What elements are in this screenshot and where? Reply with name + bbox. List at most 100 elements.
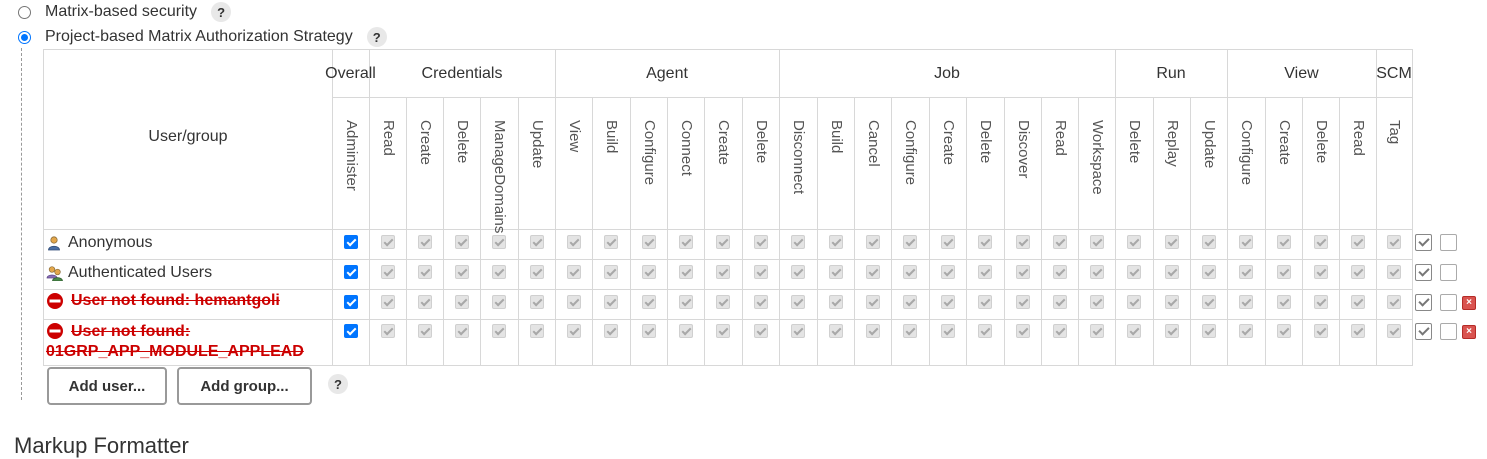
permission-checkbox[interactable] bbox=[1239, 295, 1253, 309]
permission-checkbox[interactable] bbox=[566, 265, 581, 279]
permission-checkbox[interactable] bbox=[940, 265, 955, 279]
permission-checkbox[interactable] bbox=[1387, 324, 1401, 338]
permission-checkbox[interactable] bbox=[1164, 295, 1179, 309]
permission-checkbox[interactable] bbox=[1089, 265, 1104, 279]
permission-checkbox[interactable] bbox=[604, 295, 618, 309]
administer-checkbox[interactable] bbox=[343, 235, 358, 249]
permission-checkbox[interactable] bbox=[1313, 295, 1328, 309]
permission-checkbox[interactable] bbox=[1239, 235, 1253, 249]
permission-checkbox[interactable] bbox=[641, 265, 656, 279]
administer-checkbox[interactable] bbox=[343, 295, 358, 309]
permission-checkbox[interactable] bbox=[641, 295, 656, 309]
permission-checkbox[interactable] bbox=[978, 295, 992, 309]
permission-checkbox[interactable] bbox=[1052, 324, 1067, 338]
permission-checkbox[interactable] bbox=[1015, 265, 1030, 279]
permission-checkbox[interactable] bbox=[417, 324, 432, 338]
remove-icon[interactable]: × bbox=[1462, 325, 1476, 339]
permission-checkbox[interactable] bbox=[1164, 324, 1179, 338]
permission-checkbox[interactable] bbox=[903, 235, 917, 249]
permission-checkbox[interactable] bbox=[1313, 324, 1328, 338]
permission-checkbox[interactable] bbox=[678, 235, 693, 249]
permission-checkbox[interactable] bbox=[529, 265, 544, 279]
permission-checkbox[interactable] bbox=[940, 324, 955, 338]
permission-checkbox[interactable] bbox=[1089, 324, 1104, 338]
permission-checkbox[interactable] bbox=[1201, 295, 1216, 309]
remove-icon[interactable]: × bbox=[1462, 296, 1476, 310]
permission-checkbox[interactable] bbox=[1350, 324, 1365, 338]
permission-checkbox[interactable] bbox=[791, 295, 805, 309]
permission-checkbox[interactable] bbox=[1127, 235, 1141, 249]
permission-checkbox[interactable] bbox=[1015, 295, 1030, 309]
permission-checkbox[interactable] bbox=[716, 235, 730, 249]
permission-checkbox[interactable] bbox=[529, 235, 544, 249]
permission-checkbox[interactable] bbox=[716, 295, 730, 309]
permission-checkbox[interactable] bbox=[641, 235, 656, 249]
permission-checkbox[interactable] bbox=[604, 324, 618, 338]
permission-checkbox[interactable] bbox=[865, 324, 880, 338]
permission-checkbox[interactable] bbox=[1127, 295, 1141, 309]
permission-checkbox[interactable] bbox=[1276, 324, 1291, 338]
add-user-button[interactable]: Add user... bbox=[47, 367, 167, 405]
help-icon[interactable]: ? bbox=[328, 374, 348, 394]
permission-checkbox[interactable] bbox=[566, 324, 581, 338]
permission-checkbox[interactable] bbox=[529, 324, 544, 338]
permission-checkbox[interactable] bbox=[940, 295, 955, 309]
uncheck-all-icon[interactable] bbox=[1440, 294, 1457, 311]
permission-checkbox[interactable] bbox=[978, 265, 992, 279]
permission-checkbox[interactable] bbox=[940, 235, 955, 249]
permission-checkbox[interactable] bbox=[1350, 265, 1365, 279]
permission-checkbox[interactable] bbox=[865, 235, 880, 249]
permission-checkbox[interactable] bbox=[1127, 265, 1141, 279]
permission-checkbox[interactable] bbox=[566, 295, 581, 309]
permission-checkbox[interactable] bbox=[417, 235, 432, 249]
permission-checkbox[interactable] bbox=[454, 295, 469, 309]
permission-checkbox[interactable] bbox=[716, 324, 730, 338]
permission-checkbox[interactable] bbox=[791, 324, 805, 338]
permission-checkbox[interactable] bbox=[566, 235, 581, 249]
permission-checkbox[interactable] bbox=[828, 324, 843, 338]
permission-checkbox[interactable] bbox=[1201, 324, 1216, 338]
permission-checkbox[interactable] bbox=[380, 235, 395, 249]
administer-checkbox[interactable] bbox=[343, 265, 358, 279]
permission-checkbox[interactable] bbox=[641, 324, 656, 338]
permission-checkbox[interactable] bbox=[1313, 265, 1328, 279]
permission-checkbox[interactable] bbox=[1052, 295, 1067, 309]
permission-checkbox[interactable] bbox=[529, 295, 544, 309]
permission-checkbox[interactable] bbox=[1089, 295, 1104, 309]
permission-checkbox[interactable] bbox=[865, 295, 880, 309]
permission-checkbox[interactable] bbox=[454, 265, 469, 279]
permission-checkbox[interactable] bbox=[753, 235, 768, 249]
permission-checkbox[interactable] bbox=[678, 324, 693, 338]
permission-checkbox[interactable] bbox=[791, 265, 805, 279]
permission-checkbox[interactable] bbox=[604, 265, 618, 279]
project-based-option[interactable]: Project-based Matrix Authorization Strat… bbox=[18, 27, 387, 47]
help-icon[interactable]: ? bbox=[366, 27, 387, 47]
permission-checkbox[interactable] bbox=[903, 295, 917, 309]
uncheck-all-icon[interactable] bbox=[1440, 234, 1457, 251]
permission-checkbox[interactable] bbox=[1015, 235, 1030, 249]
permission-checkbox[interactable] bbox=[454, 235, 469, 249]
permission-checkbox[interactable] bbox=[492, 295, 506, 309]
permission-checkbox[interactable] bbox=[492, 324, 506, 338]
permission-checkbox[interactable] bbox=[1164, 235, 1179, 249]
permission-checkbox[interactable] bbox=[454, 324, 469, 338]
permission-checkbox[interactable] bbox=[978, 324, 992, 338]
permission-checkbox[interactable] bbox=[978, 235, 992, 249]
permission-checkbox[interactable] bbox=[753, 324, 768, 338]
project-based-radio[interactable] bbox=[18, 30, 31, 44]
permission-checkbox[interactable] bbox=[1127, 324, 1141, 338]
permission-checkbox[interactable] bbox=[1276, 295, 1291, 309]
permission-checkbox[interactable] bbox=[1201, 235, 1216, 249]
uncheck-all-icon[interactable] bbox=[1440, 264, 1457, 281]
permission-checkbox[interactable] bbox=[492, 235, 506, 249]
permission-checkbox[interactable] bbox=[903, 324, 917, 338]
permission-checkbox[interactable] bbox=[678, 265, 693, 279]
permission-checkbox[interactable] bbox=[678, 295, 693, 309]
permission-checkbox[interactable] bbox=[828, 295, 843, 309]
permission-checkbox[interactable] bbox=[417, 295, 432, 309]
permission-checkbox[interactable] bbox=[492, 265, 506, 279]
permission-checkbox[interactable] bbox=[1350, 235, 1365, 249]
matrix-based-option[interactable]: Matrix-based security ? bbox=[18, 2, 232, 22]
check-all-icon[interactable] bbox=[1415, 264, 1432, 281]
permission-checkbox[interactable] bbox=[1276, 235, 1291, 249]
